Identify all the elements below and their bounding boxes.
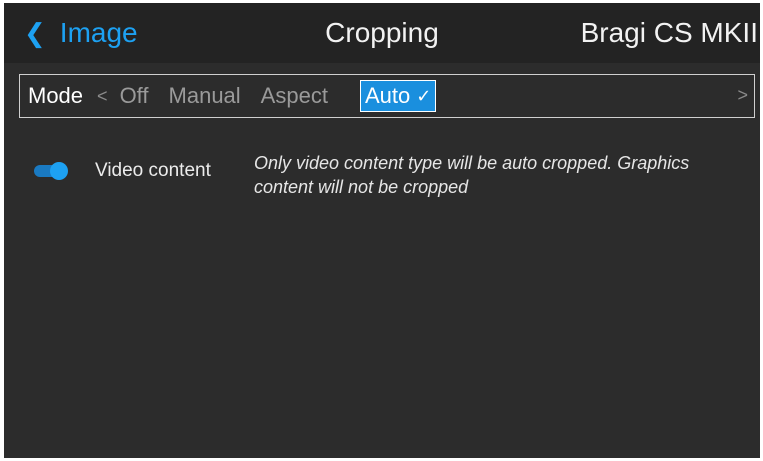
mode-prev-chevron-icon[interactable]: < xyxy=(97,86,108,107)
mode-option-aspect[interactable]: Aspect xyxy=(261,83,328,109)
header-bar: ❮ Image Cropping Bragi CS MKII xyxy=(4,3,760,63)
video-content-description: Only video content type will be auto cro… xyxy=(254,153,690,197)
mode-label: Mode xyxy=(28,83,84,108)
mode-option-auto[interactable]: Auto ✓ xyxy=(359,80,437,112)
back-button-label: Image xyxy=(59,17,138,48)
mode-option-auto-label: Auto xyxy=(364,83,411,108)
mode-selector[interactable]: Mode < Off Manual Aspect Auto ✓ > xyxy=(19,74,755,118)
video-content-toggle[interactable] xyxy=(34,162,68,180)
device-name: Bragi CS MKII xyxy=(580,17,758,48)
projector-menu-screen: ❮ Image Cropping Bragi CS MKII Mode < Of… xyxy=(4,3,760,458)
check-icon: ✓ xyxy=(416,86,432,106)
mode-option-off[interactable]: Off xyxy=(120,83,149,109)
video-content-label: Video content xyxy=(95,160,211,181)
chevron-left-icon: ❮ xyxy=(24,18,46,48)
back-button[interactable]: ❮ Image xyxy=(24,13,138,53)
mode-option-manual[interactable]: Manual xyxy=(169,83,241,109)
toggle-thumb xyxy=(50,162,68,180)
mode-next-chevron-icon[interactable]: > xyxy=(737,85,748,106)
